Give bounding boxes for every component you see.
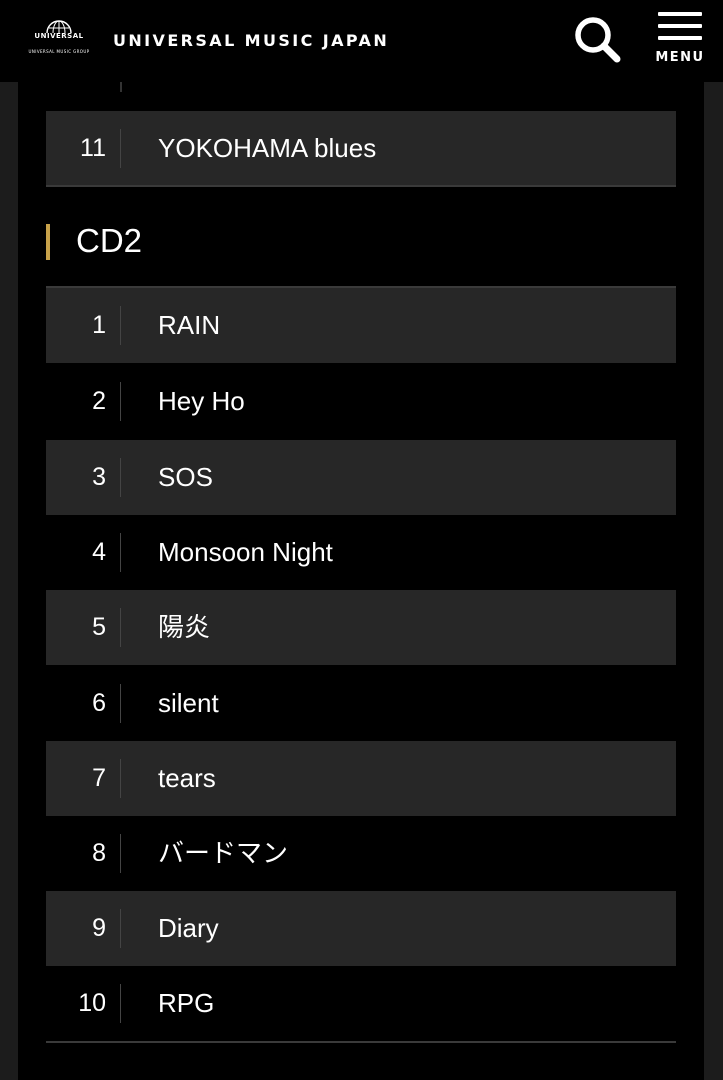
track-title: Hey Ho <box>158 386 245 416</box>
track-separator <box>120 382 121 421</box>
track-number: 8 <box>92 839 106 867</box>
track-number: 3 <box>92 463 106 491</box>
track-row[interactable]: 6 silent <box>46 666 676 741</box>
hamburger-icon-bar <box>658 24 702 28</box>
track-separator <box>120 129 121 168</box>
universal-logo[interactable]: UNIVERSAL UNIVERSAL MUSIC GROUP <box>18 20 100 60</box>
track-title: 陽炎 <box>158 612 211 642</box>
track-number: 6 <box>92 689 106 717</box>
track-row[interactable]: 9 Diary <box>46 891 676 966</box>
track-title: RPG <box>158 988 215 1018</box>
track-row[interactable]: 8 バードマン <box>46 816 676 891</box>
track-separator <box>120 684 121 723</box>
track-row[interactable]: 10 RPG <box>46 966 676 1041</box>
menu-button[interactable]: MENU <box>652 12 708 70</box>
site-header: UNIVERSAL UNIVERSAL MUSIC GROUP UNIVERSA… <box>0 0 723 82</box>
track-number: 9 <box>92 914 106 942</box>
divider <box>46 185 676 187</box>
track-separator <box>120 533 121 572</box>
track-separator <box>120 458 121 497</box>
track-separator <box>120 759 121 798</box>
heading-accent-bar <box>46 224 50 260</box>
track-row[interactable]: 4 Monsoon Night <box>46 515 676 590</box>
track-separator <box>120 608 121 647</box>
menu-label: MENU <box>655 50 705 65</box>
logo-wordmark: UNIVERSAL <box>34 32 84 40</box>
track-title: バードマン <box>158 838 289 868</box>
track-number: 1 <box>92 311 106 339</box>
page: UNIVERSAL UNIVERSAL MUSIC GROUP UNIVERSA… <box>0 0 723 1080</box>
hamburger-icon-bar <box>658 36 702 40</box>
track-row[interactable]: 1 RAIN <box>46 288 676 363</box>
track-row[interactable]: 11 YOKOHAMA blues <box>46 111 676 186</box>
track-row[interactable]: 5 陽炎 <box>46 590 676 665</box>
track-number: 4 <box>92 538 106 566</box>
track-title: SOS <box>158 462 213 492</box>
track-title: tears <box>158 763 216 793</box>
track-number: 2 <box>92 387 106 415</box>
track-separator <box>120 909 121 948</box>
track-title: Monsoon Night <box>158 537 333 567</box>
search-icon <box>575 17 621 63</box>
track-title: silent <box>158 688 219 718</box>
track-row[interactable]: 3 SOS <box>46 440 676 515</box>
track-separator <box>120 984 121 1023</box>
track-number: 5 <box>92 613 106 641</box>
track-title: YOKOHAMA blues <box>158 133 377 163</box>
track-separator <box>120 306 121 345</box>
track-title: Diary <box>158 913 219 943</box>
track-separator <box>120 82 122 92</box>
divider <box>46 1041 676 1043</box>
track-separator <box>120 834 121 873</box>
track-number: 7 <box>92 764 106 792</box>
track-row[interactable]: 7 tears <box>46 741 676 816</box>
track-number: 10 <box>78 989 106 1017</box>
logo-subtitle: UNIVERSAL MUSIC GROUP <box>28 49 90 54</box>
disc-heading: CD2 <box>76 222 143 259</box>
hamburger-icon <box>658 12 702 16</box>
search-button[interactable] <box>572 14 624 66</box>
track-number: 11 <box>80 134 106 162</box>
track-title: RAIN <box>158 310 221 340</box>
site-title[interactable]: UNIVERSAL MUSIC JAPAN <box>113 31 389 50</box>
track-row[interactable]: 2 Hey Ho <box>46 364 676 439</box>
